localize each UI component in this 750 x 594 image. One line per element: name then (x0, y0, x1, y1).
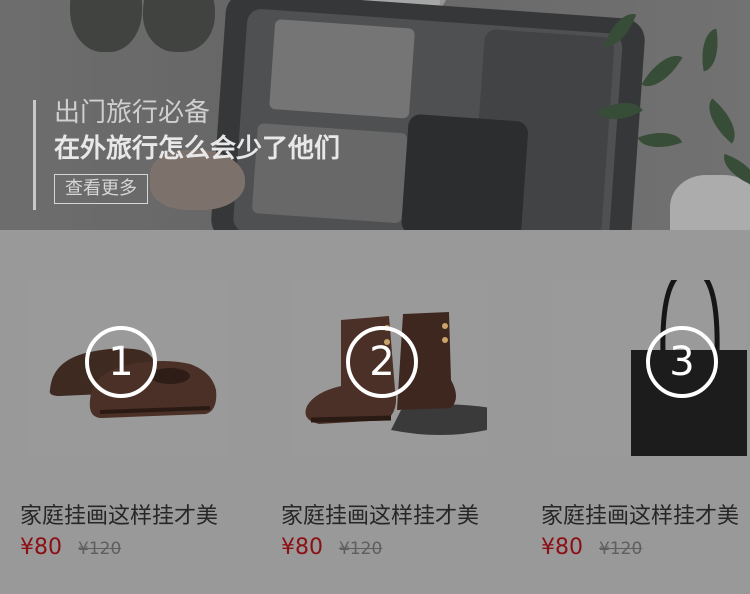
product-price: ¥80 (20, 535, 62, 560)
rank-badge: 1 (85, 326, 157, 398)
banner-title: 在外旅行怎么会少了他们 (54, 134, 341, 164)
view-more-button[interactable]: 查看更多 (54, 174, 148, 204)
banner-subtitle: 出门旅行必备 (54, 98, 211, 128)
product-card[interactable]: 3 家庭挂画这样挂才美 ¥80 ¥120 (521, 230, 750, 594)
product-price: ¥80 (281, 535, 323, 560)
product-card[interactable]: 1 家庭挂画这样挂才美 ¥80 ¥120 (0, 230, 230, 594)
promo-banner[interactable]: 出门旅行必备 在外旅行怎么会少了他们 查看更多 (0, 0, 750, 230)
product-list: 1 家庭挂画这样挂才美 ¥80 ¥120 2 家庭挂画这样挂才美 ¥80 ¥12… (0, 230, 750, 594)
product-price: ¥80 (541, 535, 583, 560)
rank-badge: 2 (346, 326, 418, 398)
product-image[interactable]: 2 (291, 280, 491, 456)
product-image[interactable]: 1 (30, 280, 226, 456)
banner-text-block: 出门旅行必备 在外旅行怎么会少了他们 查看更多 (33, 98, 341, 210)
product-card[interactable]: 2 家庭挂画这样挂才美 ¥80 ¥120 (261, 230, 491, 594)
product-original-price: ¥120 (599, 539, 643, 559)
rank-badge: 3 (646, 326, 718, 398)
product-original-price: ¥120 (339, 539, 383, 559)
product-name: 家庭挂画这样挂才美 (541, 504, 740, 529)
product-original-price: ¥120 (78, 539, 122, 559)
product-name: 家庭挂画这样挂才美 (281, 504, 480, 529)
product-name: 家庭挂画这样挂才美 (20, 504, 219, 529)
product-image[interactable]: 3 (551, 267, 750, 518)
